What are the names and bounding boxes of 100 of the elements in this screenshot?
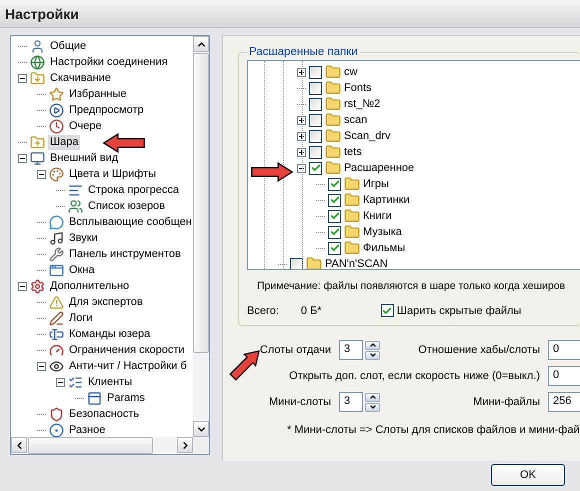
folder-name[interactable]: rst_№2 [344, 98, 380, 110]
globe-icon [30, 54, 45, 70]
nav-item[interactable]: Избранные [67, 86, 129, 102]
folder-name[interactable]: scan [344, 114, 368, 126]
expand-toggle[interactable] [18, 154, 27, 162]
eye-icon [49, 358, 64, 374]
nav-item[interactable]: Панель инструментов [67, 246, 183, 262]
share-hidden-checkbox[interactable]: Шарить скрытые файлы [380, 304, 522, 317]
footnote: * Мини-слоты => Слоты для списков файлов и мини-фай [286, 423, 580, 436]
folder-checkbox[interactable] [309, 146, 322, 158]
input-field[interactable]: 0 [548, 340, 580, 360]
folder-icon [325, 64, 341, 80]
expand-toggle[interactable] [297, 68, 306, 76]
nav-item[interactable]: Логи [67, 310, 94, 326]
folder-name[interactable]: Картинки [363, 194, 410, 206]
expand-toggle[interactable] [56, 378, 65, 386]
folder-checkbox[interactable] [290, 258, 303, 269]
input-field[interactable]: 256 [548, 392, 580, 412]
expand-toggle[interactable] [297, 116, 306, 124]
input-field[interactable]: 0 [548, 366, 580, 386]
spin-up-button[interactable] [365, 340, 380, 350]
folder-checkbox[interactable] [309, 98, 322, 110]
nav-item[interactable]: Окна [67, 262, 97, 278]
expand-toggle[interactable] [18, 282, 27, 290]
folder-name[interactable]: Музыка [363, 226, 402, 238]
checklist-icon [68, 374, 83, 390]
nav-item[interactable]: Клиенты [86, 374, 134, 390]
folder-icon [325, 80, 341, 96]
nav-item[interactable]: Очере [67, 118, 104, 134]
nav-item[interactable]: Всплывающие сообщен [67, 214, 193, 230]
nav-item[interactable]: Params [105, 390, 147, 406]
nav-item[interactable]: Предпросмотр [67, 102, 146, 118]
spin-up-button[interactable] [365, 392, 380, 402]
horizontal-scrollbar[interactable] [11, 437, 193, 454]
folder-name[interactable]: Игры [363, 178, 389, 190]
nav-item[interactable]: Настройки соединения [48, 54, 170, 70]
group-title: Расшаренные папки [248, 46, 359, 58]
ok-button[interactable]: OK [491, 464, 565, 486]
folder-name[interactable]: tets [344, 146, 362, 158]
window-icon [87, 390, 102, 406]
pointer-arrow [250, 160, 294, 184]
folder-checkbox[interactable] [328, 226, 341, 238]
folder-icon [344, 208, 360, 224]
folder-checkbox[interactable] [328, 242, 341, 254]
folder-icon [325, 144, 341, 160]
folder-checkbox[interactable] [328, 210, 341, 222]
spin-down-button[interactable] [365, 402, 380, 412]
nav-item[interactable]: Строка прогресса [86, 182, 182, 198]
clock-icon [49, 118, 64, 134]
nav-item[interactable]: Шара [48, 134, 80, 150]
folder-name[interactable]: Scan_drv [344, 130, 390, 142]
scrollbar-corner [193, 437, 209, 454]
nav-item[interactable]: Анти-чит / Настройки б [67, 358, 189, 374]
folder-name[interactable]: PAN'n'SCAN [325, 258, 388, 269]
vertical-scrollbar[interactable] [193, 36, 209, 437]
expand-toggle[interactable] [297, 148, 306, 156]
folder-checkbox[interactable] [309, 82, 322, 94]
folder-checkbox[interactable] [309, 162, 322, 174]
folder-name[interactable]: Fonts [344, 82, 372, 94]
folder-checkbox[interactable] [309, 66, 322, 78]
shield-icon [49, 406, 64, 422]
setting-label: Слоты отдачи [258, 344, 331, 356]
nav-item[interactable]: Скачивание [48, 70, 113, 86]
nav-item[interactable]: Звуки [67, 230, 100, 246]
folder-checkbox[interactable] [328, 178, 341, 190]
nav-item[interactable]: Для экспертов [67, 294, 145, 310]
nav-item[interactable]: Дополнительно [48, 278, 132, 294]
number-field[interactable]: 3 [339, 340, 363, 360]
folder-name[interactable]: Фильмы [363, 242, 406, 254]
folder-plus-icon [30, 134, 45, 150]
nav-item[interactable]: Внешний вид [48, 150, 120, 166]
expand-toggle[interactable] [297, 132, 306, 140]
number-field[interactable]: 3 [339, 392, 363, 412]
chevron-down-icon [368, 351, 376, 359]
folder-checkbox[interactable] [309, 114, 322, 126]
nav-item[interactable]: Команды юзера [67, 326, 152, 342]
folder-icon [325, 96, 341, 112]
nav-item[interactable]: Разное [67, 422, 108, 437]
expand-toggle[interactable] [18, 74, 27, 82]
folder-name[interactable]: Книги [363, 210, 392, 222]
expand-toggle[interactable] [37, 170, 46, 178]
nav-item[interactable]: Список юзеров [86, 198, 168, 214]
settings-icon [30, 278, 45, 294]
expand-toggle[interactable] [297, 164, 306, 172]
folder-icon [325, 128, 341, 144]
folder-checkbox[interactable] [309, 130, 322, 142]
nav-item[interactable]: Общие [48, 38, 88, 54]
warning-icon [49, 294, 64, 310]
folder-icon [325, 112, 341, 128]
chevron-up-icon [368, 393, 376, 401]
play-icon [49, 102, 64, 118]
text-cursor-icon [49, 326, 64, 342]
nav-item[interactable]: Цвета и Шрифты [67, 166, 158, 182]
spin-down-button[interactable] [365, 350, 380, 360]
nav-item[interactable]: Безопасность [67, 406, 142, 422]
nav-item[interactable]: Ограничения скорости [67, 342, 187, 358]
folder-name[interactable]: cw [344, 66, 358, 78]
folder-name[interactable]: Расшаренное [344, 162, 414, 174]
folder-checkbox[interactable] [328, 194, 341, 206]
expand-toggle[interactable] [37, 362, 46, 370]
